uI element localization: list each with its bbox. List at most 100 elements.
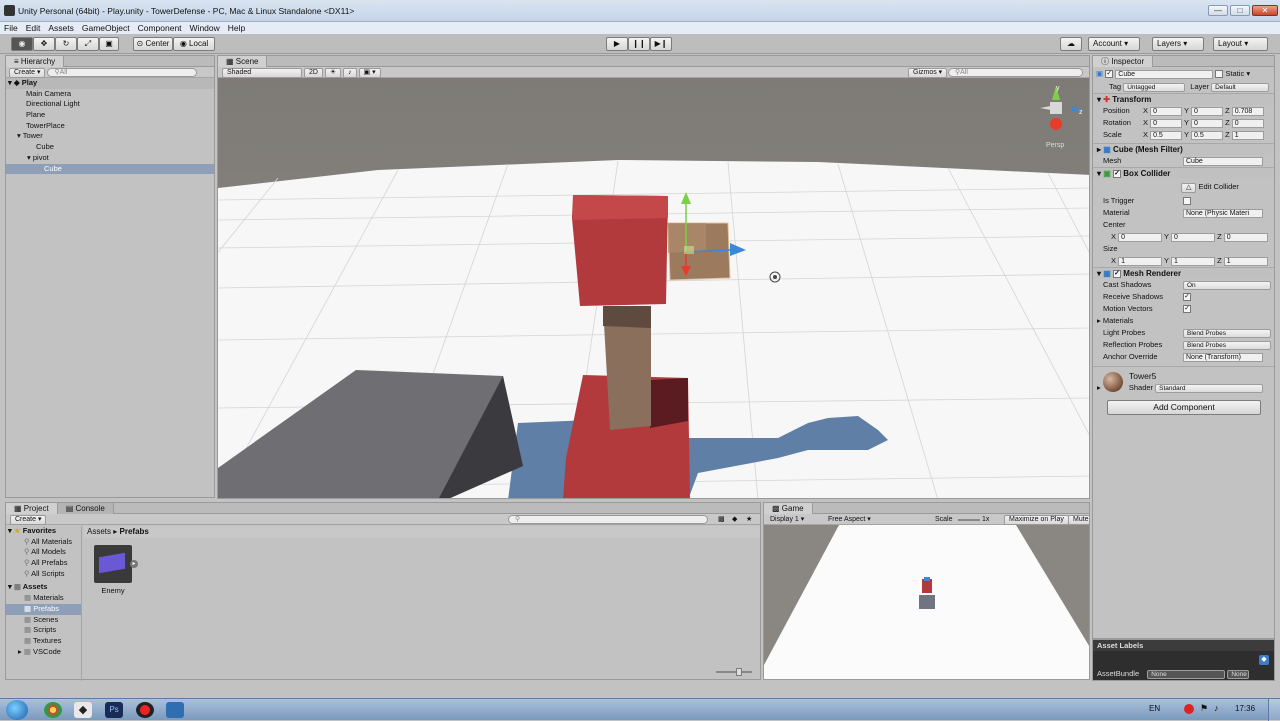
move-tool-button[interactable]: ✥ (33, 37, 55, 51)
motion-vectors-checkbox[interactable]: ✓ (1183, 305, 1191, 314)
pivot-mode-toggle[interactable]: ⊙ Center (133, 37, 173, 51)
game-scale-slider[interactable] (958, 519, 980, 521)
scene-viewport[interactable]: y z Persp (218, 78, 1090, 499)
menu-component[interactable]: Component (134, 22, 186, 34)
position-y-field[interactable]: 0 (1191, 106, 1223, 116)
mesh-renderer-header[interactable]: ▾ ▦ ✓ Mesh Renderer (1093, 267, 1274, 279)
hierarchy-item-directional-light[interactable]: Directional Light (6, 99, 214, 110)
center-z-field[interactable]: 0 (1223, 232, 1268, 242)
mute-toggle[interactable]: Mute (1068, 515, 1089, 525)
hierarchy-item-towerplace[interactable]: TowerPlace (6, 121, 214, 132)
chrome-icon[interactable] (44, 702, 62, 718)
expand-prefab-icon[interactable]: ▸ (130, 560, 138, 568)
menu-window[interactable]: Window (186, 22, 224, 34)
unity-taskbar-icon[interactable]: ◆ (74, 702, 92, 718)
toggle-2d-button[interactable]: 2D (303, 68, 323, 78)
menu-assets[interactable]: Assets (44, 22, 78, 34)
assetbundle-dropdown[interactable]: None (1147, 669, 1226, 679)
close-button[interactable]: ✕ (1252, 5, 1278, 16)
record-icon[interactable] (136, 702, 154, 718)
static-checkbox[interactable] (1215, 70, 1224, 79)
active-checkbox[interactable]: ✓ (1105, 70, 1114, 79)
hierarchy-item-cube[interactable]: Cube (6, 142, 214, 153)
scene-root-row[interactable]: ▾ ◆ Play (6, 78, 214, 89)
filter-by-type-icon[interactable]: ▩ (718, 514, 725, 525)
rotation-z-field[interactable]: 0 (1231, 118, 1264, 128)
tag-dropdown[interactable]: Untagged (1123, 82, 1186, 92)
anchor-override-field[interactable]: None (Transform) (1183, 352, 1263, 362)
expand-triangle-icon[interactable]: ▾ (27, 153, 31, 162)
persp-label[interactable]: Persp (1046, 142, 1064, 149)
hierarchy-item-plane[interactable]: Plane (6, 110, 214, 121)
hierarchy-item-cube-selected[interactable]: Cube (6, 163, 214, 175)
menu-edit[interactable]: Edit (22, 22, 45, 34)
collab-cloud-button[interactable]: ☁ (1060, 37, 1082, 51)
hierarchy-item-tower[interactable]: ▾ Tower (6, 131, 214, 142)
tab-hierarchy[interactable]: ≡ Hierarchy (6, 56, 65, 67)
icon-size-slider-thumb[interactable] (736, 668, 742, 676)
pivot-space-toggle[interactable]: ◉ Local (173, 37, 215, 51)
remote-desktop-icon[interactable] (166, 702, 184, 718)
physic-material-field[interactable]: None (Physic Materi (1183, 208, 1263, 218)
pause-button[interactable]: ❙❙ (628, 37, 650, 51)
cast-shadows-dropdown[interactable]: On (1183, 280, 1271, 290)
label-tag-icon[interactable]: ◆ (1259, 655, 1269, 665)
light-probes-dropdown[interactable]: Blend Probes (1183, 328, 1271, 338)
scale-y-field[interactable]: 0.5 (1191, 130, 1223, 140)
scale-x-field[interactable]: 0.5 (1150, 130, 1183, 140)
gizmo-plane-handle[interactable] (684, 246, 694, 254)
scale-z-field[interactable]: 1 (1231, 130, 1264, 140)
receive-shadows-checkbox[interactable]: ✓ (1183, 293, 1191, 302)
rect-tool-button[interactable]: ▣ (99, 37, 119, 51)
rotate-tool-button[interactable]: ↻ (55, 37, 77, 51)
shading-mode-dropdown[interactable]: Shaded (222, 68, 302, 78)
photoshop-icon[interactable]: Ps (105, 702, 123, 718)
play-button[interactable]: ▶ (606, 37, 628, 51)
asset-item-enemy[interactable]: ▸ Enemy (94, 545, 138, 597)
tray-record-icon[interactable] (1184, 704, 1194, 714)
folder-vscode[interactable]: ▸ ▦ VSCode (6, 647, 81, 658)
step-button[interactable]: ▶❙ (650, 37, 672, 51)
position-x-field[interactable]: 0 (1150, 106, 1183, 116)
project-create-button[interactable]: Create ▾ (10, 515, 47, 525)
folder-scenes[interactable]: ▦ Scenes (6, 615, 81, 626)
center-x-field[interactable]: 0 (1118, 232, 1163, 242)
expand-triangle-icon[interactable]: ▾ (17, 131, 21, 140)
size-x-field[interactable]: 1 (1118, 256, 1163, 266)
box-collider-enabled-checkbox[interactable]: ✓ (1113, 169, 1122, 178)
size-z-field[interactable]: 1 (1223, 256, 1268, 266)
expand-triangle-icon[interactable]: ▾ (8, 78, 12, 87)
shader-dropdown[interactable]: Standard (1155, 383, 1264, 393)
start-button[interactable] (6, 700, 28, 720)
tab-project[interactable]: ▦ Project (6, 503, 58, 514)
flag-icon[interactable]: ⚑ (1200, 703, 1208, 714)
language-indicator[interactable]: EN (1149, 704, 1160, 713)
tab-game[interactable]: ▩ Game (764, 503, 813, 514)
menu-gameobject[interactable]: GameObject (78, 22, 134, 34)
scene-search-input[interactable]: ⚲All (948, 68, 1083, 77)
position-z-field[interactable]: 0.708 (1231, 106, 1264, 116)
folder-textures[interactable]: ▦ Textures (6, 636, 81, 647)
tab-inspector[interactable]: ⓘ Inspector (1093, 56, 1154, 67)
aspect-dropdown[interactable]: Free Aspect ▾ (828, 514, 871, 525)
menu-help[interactable]: Help (224, 22, 249, 34)
project-search-input[interactable]: ⚲ (508, 515, 708, 524)
favorite-all-prefabs[interactable]: ⚲ All Prefabs (6, 558, 81, 569)
speaker-icon[interactable]: ♪ (1214, 703, 1219, 713)
hierarchy-item-pivot[interactable]: ▾ pivot (6, 153, 214, 164)
hierarchy-search-input[interactable]: ⚲All (47, 68, 198, 77)
favorite-all-materials[interactable]: ⚲ All Materials (6, 537, 81, 548)
favorite-all-scripts[interactable]: ⚲ All Scripts (6, 569, 81, 580)
transform-header[interactable]: ▾ ✚ Transform (1093, 93, 1274, 105)
favorite-star-icon[interactable]: ★ (746, 514, 752, 525)
breadcrumb-assets[interactable]: Assets (87, 527, 111, 536)
breadcrumb-prefabs[interactable]: Prefabs (120, 527, 149, 536)
mesh-filter-header[interactable]: ▸ ▦ Cube (Mesh Filter) (1093, 143, 1274, 155)
mesh-renderer-enabled-checkbox[interactable]: ✓ (1113, 269, 1122, 278)
effects-dropdown[interactable]: ▣ ▾ (358, 68, 381, 78)
rotation-x-field[interactable]: 0 (1150, 118, 1183, 128)
tab-scene[interactable]: ▦ Scene (218, 56, 268, 67)
audio-toggle[interactable]: ♪ (343, 68, 357, 78)
size-y-field[interactable]: 1 (1171, 256, 1215, 266)
display-dropdown[interactable]: Display 1 ▾ (770, 514, 804, 525)
